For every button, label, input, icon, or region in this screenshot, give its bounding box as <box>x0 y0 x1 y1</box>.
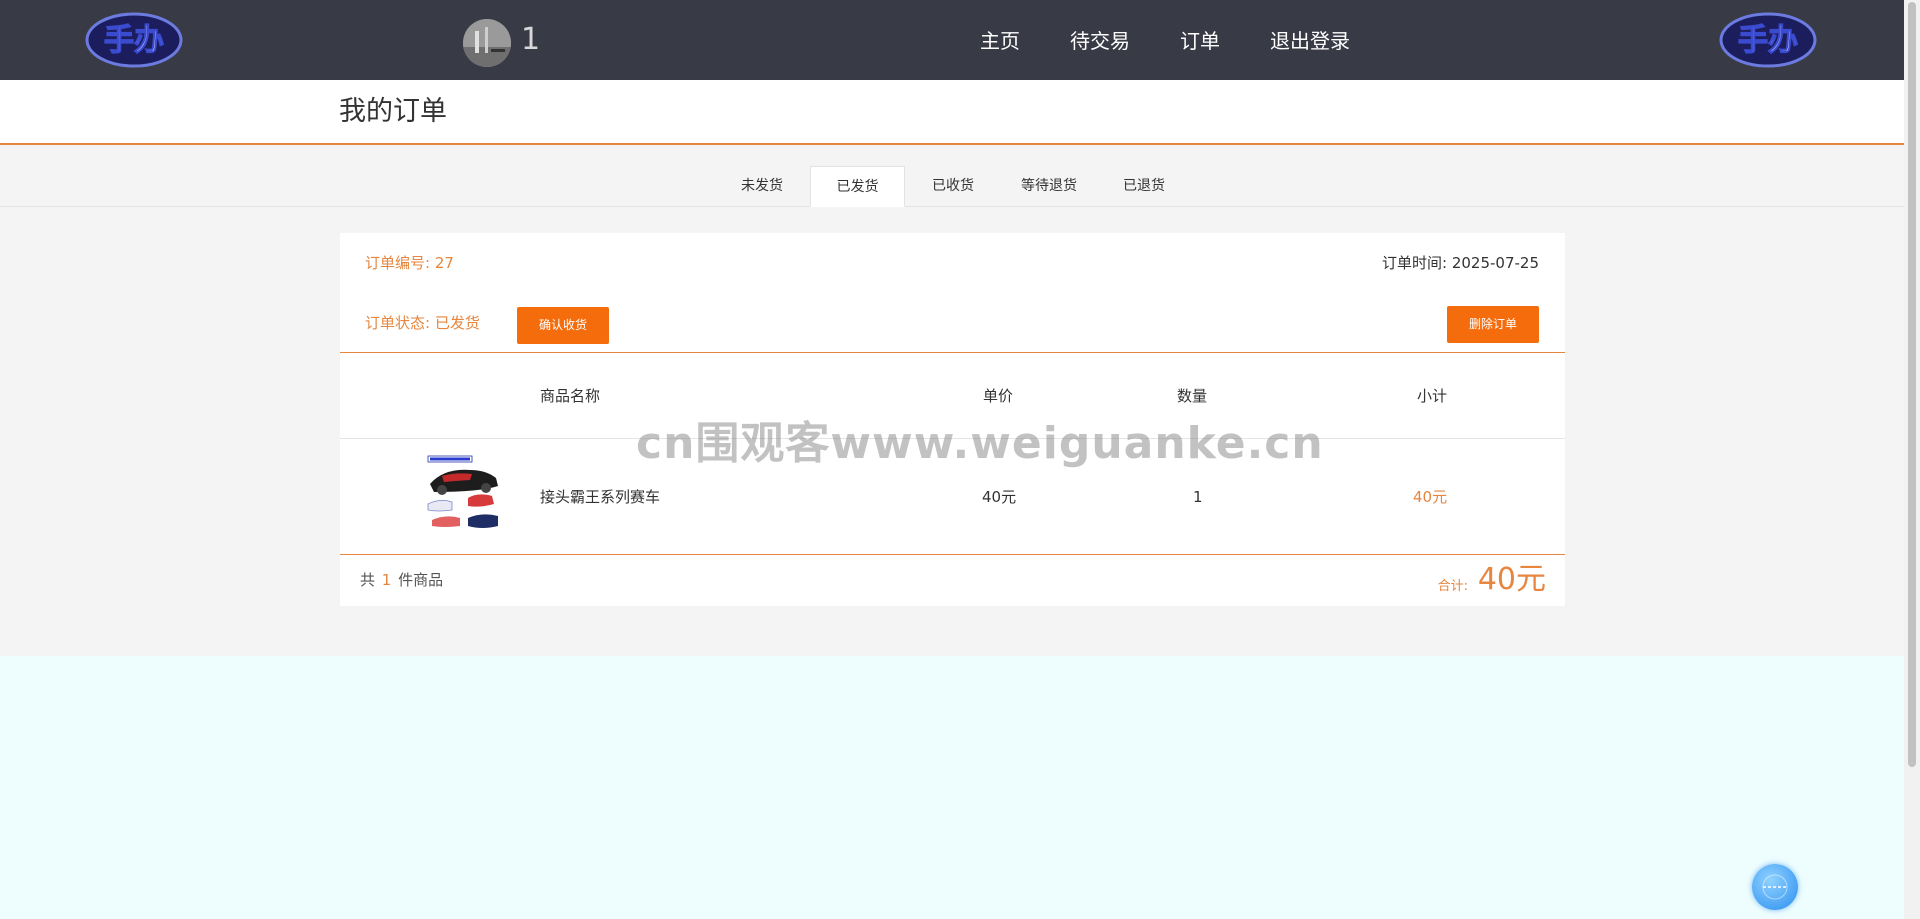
tab-returned[interactable]: 已退货 <box>1112 166 1176 207</box>
scrollbar-thumb[interactable] <box>1908 2 1916 767</box>
delete-order-button[interactable]: 删除订单 <box>1447 306 1539 343</box>
nav-home[interactable]: 主页 <box>980 26 1020 56</box>
order-meta: 订单编号: 27 订单时间: 2025-07-25 订单状态: 已发货 确认收货… <box>340 233 1565 353</box>
nav-pending-trade[interactable]: 待交易 <box>1070 26 1130 56</box>
item-count-number: 1 <box>381 571 392 589</box>
column-unit-price: 单价 <box>983 387 1014 405</box>
tab-received[interactable]: 已收货 <box>921 166 985 207</box>
product-quantity: 1 <box>1193 488 1203 506</box>
confirm-receipt-button[interactable]: 确认收货 <box>517 307 609 344</box>
order-status: 订单状态: 已发货 <box>365 314 480 332</box>
race-car-toy-icon[interactable] <box>420 454 505 539</box>
logo-icon[interactable]: 手办 <box>84 10 184 70</box>
logo-text: 手办 <box>1738 23 1798 58</box>
page-title: 我的订单 <box>339 96 447 127</box>
top-navbar: 手办 1 主页 待交易 订单 退出登录 手办 <box>0 0 1904 80</box>
product-name[interactable]: 接头霸王系列赛车 <box>540 487 660 507</box>
product-unit-price: 40元 <box>982 488 1017 506</box>
logo-icon[interactable]: 手办 <box>1718 10 1818 70</box>
nav-logout[interactable]: 退出登录 <box>1270 26 1350 56</box>
product-subtotal: 40元 <box>1413 488 1448 506</box>
username: 1 <box>521 22 541 57</box>
page-scrollbar[interactable] <box>1904 0 1920 919</box>
main-nav: 主页 待交易 订单 退出登录 <box>980 26 1400 56</box>
item-count: 共 1 件商品 <box>360 570 443 590</box>
order-time: 订单时间: 2025-07-25 <box>1382 254 1539 272</box>
order-footer: 共 1 件商品 合计: 40元 <box>340 555 1565 606</box>
column-quantity: 数量 <box>1177 387 1208 405</box>
nav-orders[interactable]: 订单 <box>1180 26 1220 56</box>
avatar[interactable] <box>463 19 511 67</box>
order-number: 订单编号: 27 <box>365 254 454 272</box>
tab-shipped[interactable]: 已发货 <box>810 166 905 207</box>
tab-awaiting-return[interactable]: 等待退货 <box>1009 166 1089 207</box>
order-status-tabs: 未发货 已发货 已收货 等待退货 已退货 <box>0 145 1904 207</box>
total-value: 40元 <box>1477 562 1546 597</box>
item-count-suffix: 件商品 <box>398 571 444 589</box>
tab-not-shipped[interactable]: 未发货 <box>730 166 794 207</box>
watermark: cn围观客www.weiguanke.cn <box>636 418 1324 469</box>
total-label: 合计: <box>1437 579 1468 594</box>
column-subtotal: 小计 <box>1417 387 1448 405</box>
page-title-bar: 我的订单 <box>0 80 1904 145</box>
column-product-name: 商品名称 <box>540 387 601 405</box>
logo-text: 手办 <box>104 23 164 58</box>
floating-assistant-button[interactable] <box>1752 864 1798 910</box>
item-count-prefix: 共 <box>360 571 376 589</box>
